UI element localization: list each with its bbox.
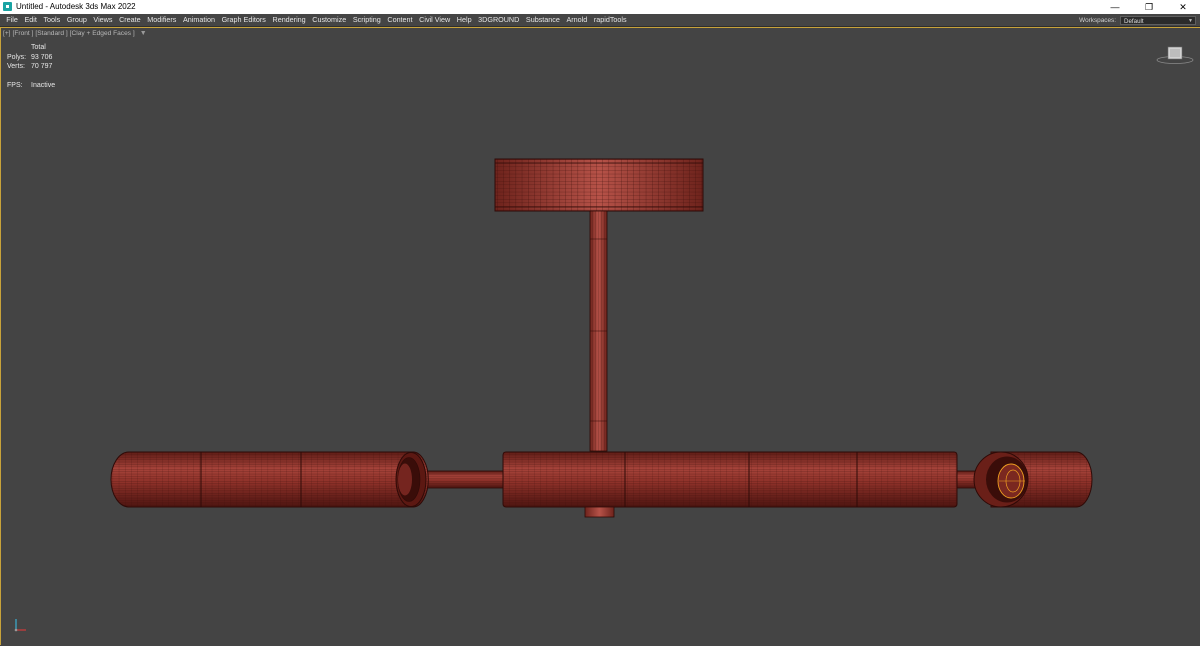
menu-content[interactable]: Content (384, 14, 416, 26)
menu-edit[interactable]: Edit (21, 14, 40, 26)
menu-rendering[interactable]: Rendering (269, 14, 309, 26)
close-button[interactable]: ✕ (1166, 0, 1200, 14)
3ds-max-icon[interactable] (3, 2, 12, 11)
workspaces-label: Workspaces: (1079, 16, 1116, 24)
menu-scripting[interactable]: Scripting (350, 14, 385, 26)
canopy[interactable] (494, 158, 704, 212)
right-tube[interactable] (973, 451, 1093, 508)
menu-group[interactable]: Group (64, 14, 91, 26)
title-bar: Untitled - Autodesk 3ds Max 2022 — ❐ ✕ (0, 0, 1200, 14)
window-controls: — ❐ ✕ (1098, 0, 1200, 14)
menu-file[interactable]: File (3, 14, 21, 26)
menu-list: File Edit Tools Group Views Create Modif… (3, 14, 630, 26)
scene-mesh (110, 158, 1093, 518)
menu-rapidtools[interactable]: rapidTools (591, 14, 630, 26)
viewcube-icon[interactable] (1155, 40, 1195, 66)
menu-civil-view[interactable]: Civil View (416, 14, 454, 26)
minimize-button[interactable]: — (1098, 0, 1132, 14)
filter-icon[interactable]: ▼ (140, 30, 147, 37)
statistics-overlay: Total Polys: 93 706 Verts: 70 797 FPS: Inac… (7, 43, 55, 90)
viewport-point-of-view[interactable]: [Front ] (13, 30, 34, 37)
workspace-switcher: Workspaces: Default ▼ (1079, 14, 1196, 26)
verts-label: Verts: (7, 63, 25, 70)
polys-label: Polys: (7, 53, 27, 61)
menu-modifiers[interactable]: Modifiers (144, 14, 180, 26)
workspace-dropdown[interactable]: Default ▼ (1120, 15, 1196, 25)
fps-label: FPS: (7, 81, 23, 89)
workspace-value: Default (1124, 17, 1144, 25)
menu-substance[interactable]: Substance (523, 14, 564, 26)
window-title: Untitled - Autodesk 3ds Max 2022 (16, 2, 136, 11)
menu-views[interactable]: Views (90, 14, 116, 26)
viewport-label: [+] [Front ] [Standard ] [Clay + Edged F… (3, 30, 149, 37)
left-tube[interactable] (110, 451, 429, 508)
menu-animation[interactable]: Animation (180, 14, 219, 26)
axis-tripod-icon (14, 619, 26, 632)
menu-tools[interactable]: Tools (40, 14, 63, 26)
menu-create[interactable]: Create (116, 14, 144, 26)
menu-help[interactable]: Help (453, 14, 474, 26)
viewport-menu-plus[interactable]: [+] (3, 30, 11, 37)
menu-3dground[interactable]: 3DGROUND (475, 14, 523, 26)
verts-value: 70 797 (31, 63, 53, 70)
menu-arnold[interactable]: Arnold (563, 14, 590, 26)
stem-rod[interactable] (589, 210, 608, 452)
fps-value: Inactive (31, 81, 56, 89)
viewport-front[interactable]: [+] [Front ] [Standard ] [Clay + Edged F… (0, 27, 1200, 645)
menu-bar: File Edit Tools Group Views Create Modif… (0, 14, 1200, 27)
viewport-standard[interactable]: [Standard ] (35, 30, 67, 37)
center-tube[interactable] (502, 451, 958, 518)
maximize-button[interactable]: ❐ (1132, 0, 1166, 14)
polys-value: 93 706 (31, 53, 53, 61)
menu-graph-editors[interactable]: Graph Editors (218, 14, 269, 26)
menu-customize[interactable]: Customize (309, 14, 350, 26)
viewport-shading[interactable]: [Clay + Edged Faces ] (70, 30, 135, 37)
stats-total-header: Total (31, 44, 46, 51)
chevron-down-icon: ▼ (1188, 17, 1193, 24)
